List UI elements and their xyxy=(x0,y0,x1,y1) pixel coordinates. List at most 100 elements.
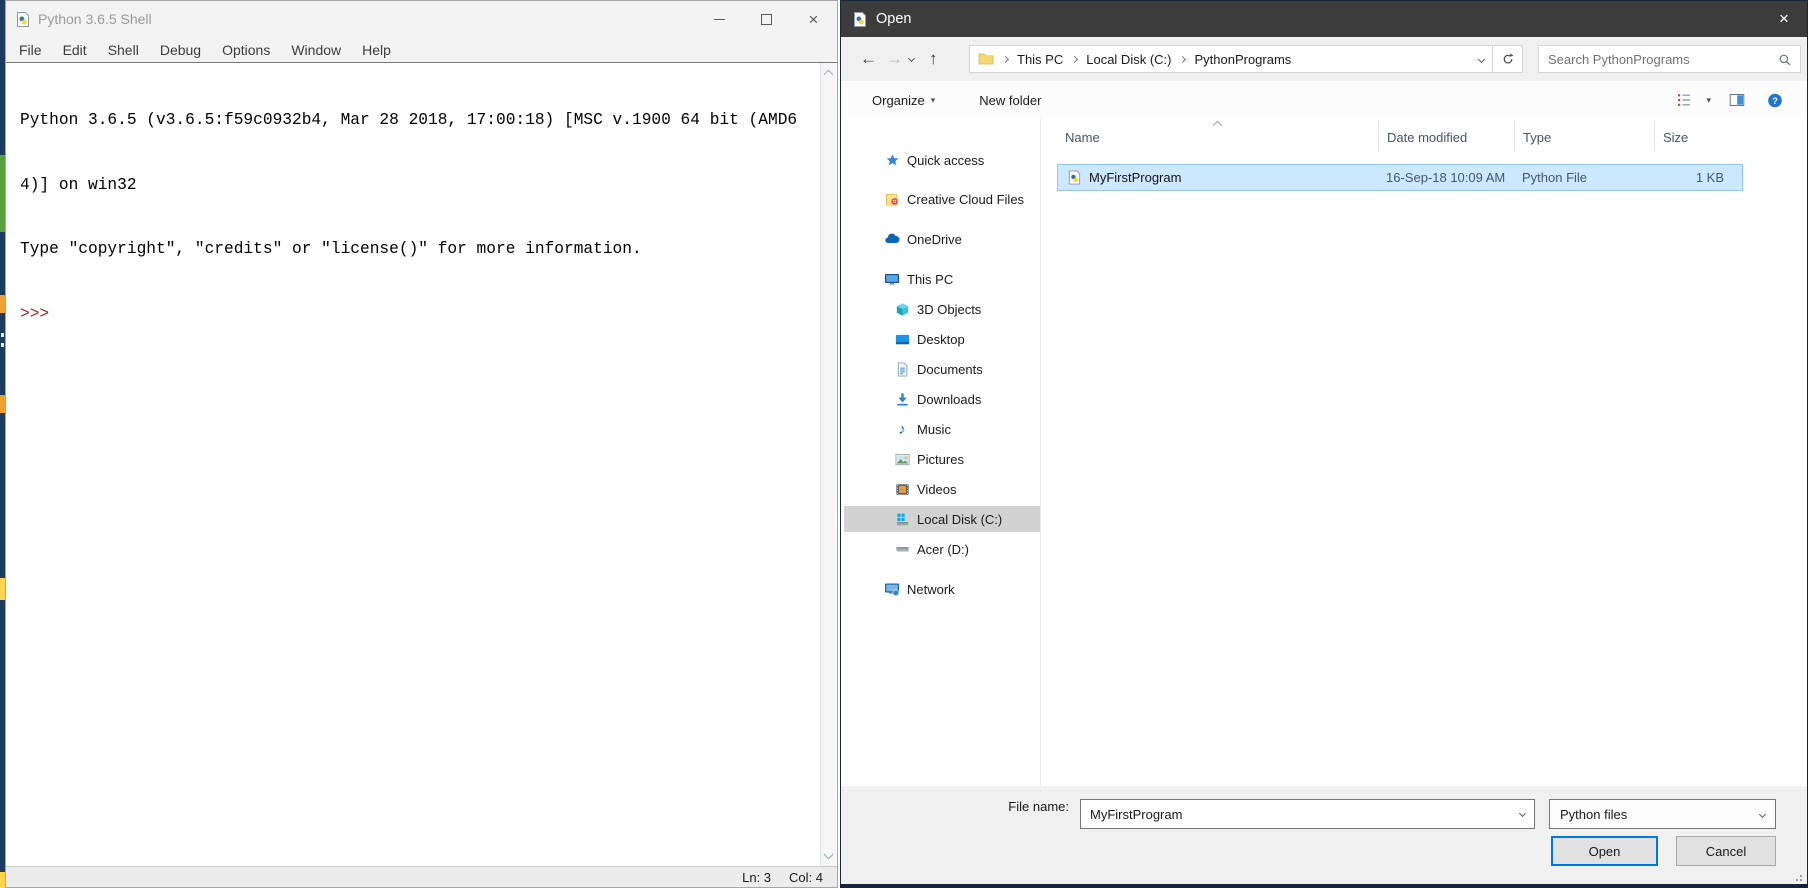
file-size: 1 KB xyxy=(1695,170,1724,185)
creative-cloud-icon xyxy=(884,191,900,207)
idle-scrollbar[interactable] xyxy=(820,63,836,868)
address-dropdown-icon[interactable] xyxy=(1477,55,1486,63)
maximize-button[interactable] xyxy=(743,1,790,37)
file-list: Name Date modified Type Size MyFirstProg… xyxy=(1057,119,1743,791)
network-icon xyxy=(884,581,900,597)
search-input[interactable] xyxy=(1539,46,1774,72)
menu-window[interactable]: Window xyxy=(291,42,341,58)
organize-caret-icon: ▾ xyxy=(930,94,936,105)
minimize-icon xyxy=(714,18,725,20)
file-row-selected[interactable]: MyFirstProgram 16-Sep-18 10:09 AM Python… xyxy=(1057,164,1743,191)
quick-access-star-icon xyxy=(884,152,900,168)
shell-prompt: >>> xyxy=(20,304,50,323)
3d-objects-cube-icon xyxy=(894,301,910,317)
close-button[interactable]: × xyxy=(790,1,837,37)
new-folder-button[interactable]: New folder xyxy=(979,93,1041,108)
sidebar-item-quick-access[interactable]: Quick access xyxy=(844,147,1040,173)
onedrive-cloud-icon xyxy=(884,231,900,247)
sidebar-item-creative-cloud[interactable]: Creative Cloud Files xyxy=(844,186,1040,212)
sidebar-item-network[interactable]: Network xyxy=(844,576,1040,602)
sidebar-item-3d-objects[interactable]: 3D Objects xyxy=(844,296,1040,322)
status-col-number: Col: 4 xyxy=(789,869,823,885)
pane-splitter[interactable] xyxy=(1040,119,1041,791)
documents-icon xyxy=(894,361,910,377)
sidebar-item-onedrive[interactable]: OneDrive xyxy=(844,226,1040,252)
shell-text-area[interactable]: Python 3.6.5 (v3.6.5:f59c0932b4, Mar 28 … xyxy=(6,63,821,868)
sidebar-item-this-pc[interactable]: This PC xyxy=(844,266,1040,292)
column-header-date-modified[interactable]: Date modified xyxy=(1378,121,1514,151)
file-type-dropdown-icon xyxy=(1758,810,1767,818)
file-type-value: Python files xyxy=(1560,806,1628,822)
idle-shell-window: Python 3.6.5 Shell × File Edit Shell Deb… xyxy=(5,0,838,888)
recent-locations-icon[interactable] xyxy=(907,54,916,63)
breadcrumb[interactable]: This PC Local Disk (C:) PythonPrograms xyxy=(969,45,1493,73)
file-date-modified: 16-Sep-18 10:09 AM xyxy=(1386,170,1506,185)
search-box xyxy=(1538,45,1801,73)
file-name-dropdown-icon[interactable] xyxy=(1518,809,1527,818)
idle-title-bar[interactable]: Python 3.6.5 Shell × xyxy=(6,1,837,37)
column-header-name[interactable]: Name xyxy=(1057,121,1378,151)
screen: Python 3.6.5 Shell × File Edit Shell Deb… xyxy=(0,0,1808,888)
this-pc-monitor-icon xyxy=(884,271,900,287)
forward-button[interactable]: → xyxy=(886,37,903,81)
shell-line: Type "copyright", "credits" or "license(… xyxy=(20,240,642,258)
up-button[interactable]: ↑ xyxy=(929,37,938,81)
sidebar-item-downloads[interactable]: Downloads xyxy=(844,386,1040,412)
dialog-content: Quick access Creative Cloud Files OneDri… xyxy=(841,119,1807,791)
scroll-up-icon[interactable] xyxy=(823,69,834,80)
cancel-button[interactable]: Cancel xyxy=(1676,836,1776,866)
file-name-label: File name: xyxy=(1008,799,1069,814)
refresh-button[interactable] xyxy=(1493,45,1523,73)
open-button[interactable]: Open xyxy=(1551,836,1658,866)
sidebar-item-videos[interactable]: Videos xyxy=(844,476,1040,502)
breadcrumb-local-disk[interactable]: Local Disk (C:) xyxy=(1086,52,1171,67)
menu-options[interactable]: Options xyxy=(222,42,270,58)
refresh-icon xyxy=(1503,53,1514,64)
views-caret-icon[interactable]: ▾ xyxy=(1706,95,1711,106)
organize-button[interactable]: Organize xyxy=(872,93,925,108)
dialog-footer: File name: Python files Open Cancel xyxy=(841,786,1807,884)
file-type-select[interactable]: Python files xyxy=(1549,799,1776,829)
idle-window-title: Python 3.6.5 Shell xyxy=(38,11,152,27)
resize-grip[interactable] xyxy=(1792,871,1802,881)
file-name-combobox xyxy=(1080,799,1535,829)
menu-shell[interactable]: Shell xyxy=(108,42,139,58)
breadcrumb-this-pc[interactable]: This PC xyxy=(1017,52,1063,67)
dialog-close-button[interactable]: × xyxy=(1761,1,1807,37)
open-file-dialog: Open × ← → ↑ This PC Local Disk (C:) Pyt… xyxy=(840,0,1808,888)
sidebar-item-pictures[interactable]: Pictures xyxy=(844,446,1040,472)
back-button[interactable]: ← xyxy=(860,37,877,81)
details-view-icon[interactable] xyxy=(1676,92,1692,108)
breadcrumb-chevron-icon xyxy=(1071,55,1079,63)
local-disk-icon xyxy=(894,511,910,527)
folder-icon xyxy=(978,51,994,67)
sidebar-item-desktop[interactable]: Desktop xyxy=(844,326,1040,352)
column-header-type[interactable]: Type xyxy=(1514,121,1654,151)
menu-help[interactable]: Help xyxy=(362,42,391,58)
python-file-icon xyxy=(1066,170,1082,186)
sidebar-item-local-disk-c[interactable]: Local Disk (C:) xyxy=(844,506,1040,532)
navigation-bar: ← → ↑ This PC Local Disk (C:) PythonProg… xyxy=(841,37,1807,81)
scroll-down-icon[interactable] xyxy=(823,849,834,860)
sidebar-item-music[interactable]: ♪ Music xyxy=(844,416,1040,442)
column-header-size[interactable]: Size xyxy=(1654,121,1743,151)
sidebar-item-documents[interactable]: Documents xyxy=(844,356,1040,382)
minimize-button[interactable] xyxy=(696,1,743,37)
shell-line: Python 3.6.5 (v3.6.5:f59c0932b4, Mar 28 … xyxy=(20,111,798,129)
idle-menu-bar: File Edit Shell Debug Options Window Hel… xyxy=(6,37,837,63)
strip-white-mark xyxy=(1,333,4,337)
menu-file[interactable]: File xyxy=(19,42,42,58)
breadcrumb-python-programs[interactable]: PythonPrograms xyxy=(1194,52,1291,67)
preview-pane-icon[interactable] xyxy=(1729,92,1745,108)
menu-edit[interactable]: Edit xyxy=(63,42,87,58)
strip-white-mark xyxy=(1,343,4,347)
python-app-icon xyxy=(15,11,31,27)
search-icon xyxy=(1779,54,1791,66)
menu-debug[interactable]: Debug xyxy=(160,42,201,58)
sidebar-item-acer-d[interactable]: Acer (D:) xyxy=(844,536,1040,562)
dialog-title-bar[interactable]: Open × xyxy=(841,1,1807,37)
help-icon[interactable]: ? xyxy=(1767,92,1783,108)
file-name-input[interactable] xyxy=(1081,800,1506,828)
dialog-title: Open xyxy=(876,11,912,27)
drive-icon xyxy=(894,541,910,557)
